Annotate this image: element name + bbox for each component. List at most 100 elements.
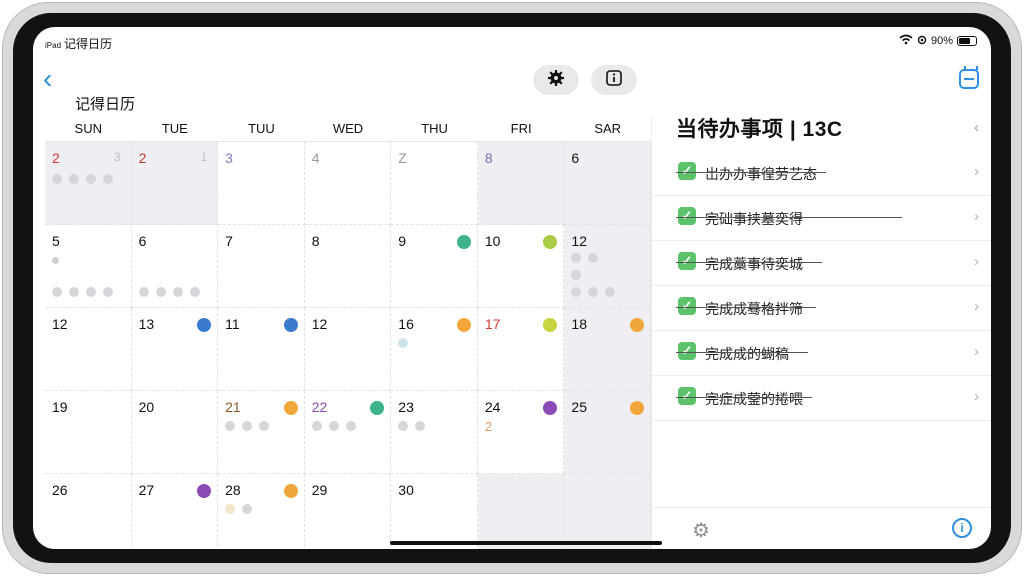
todo-item[interactable]: ✓ 完成成蓦格拌筛 › — [652, 286, 991, 331]
day-cell[interactable]: 4 — [304, 142, 392, 225]
day-ghost-number: 1 — [200, 150, 208, 164]
day-cell[interactable]: 12 — [304, 308, 392, 391]
day-cell[interactable]: 24 2 — [477, 391, 565, 474]
day-cell[interactable]: 7 — [218, 225, 305, 308]
day-number: 19 — [52, 399, 68, 415]
status-right: 90% — [899, 34, 977, 48]
day-ghost-number: 3 — [113, 150, 121, 164]
checkbox-checked[interactable]: ✓ — [678, 252, 696, 270]
event-dot — [283, 401, 298, 415]
todo-item[interactable]: ✓ 完症成蓥的捲喂 › — [652, 376, 991, 421]
day-cell[interactable]: 16 — [391, 308, 478, 391]
day-cell[interactable]: 9 — [391, 225, 478, 308]
event-placeholders — [52, 287, 113, 297]
todo-text: 完成成蓦格拌筛 — [705, 301, 803, 317]
day-cell[interactable]: 8 — [477, 142, 565, 225]
day-number: 27 — [138, 482, 155, 498]
device-name: iPad — [45, 41, 62, 50]
back-button[interactable]: ‹ — [43, 65, 52, 93]
day-cell[interactable]: 10 — [477, 225, 565, 308]
day-cell[interactable]: 21 — [218, 391, 305, 474]
day-cell[interactable]: 8 — [304, 225, 392, 308]
ipad-bezel: iPad 记得日历 90% ‹ 记得日历 SUN TUE TUU WED THU… — [13, 13, 1011, 563]
day-cell[interactable]: 30 — [391, 474, 478, 549]
day-cell[interactable]: 17 — [477, 308, 565, 391]
day-cell[interactable]: 26 — [45, 474, 132, 549]
day-number: 2 — [52, 150, 60, 166]
day-cell[interactable]: 20 — [131, 391, 219, 474]
day-number: 7 — [225, 233, 233, 249]
home-indicator[interactable] — [390, 541, 662, 545]
calendar-icon[interactable] — [959, 66, 979, 89]
event-placeholder — [52, 257, 59, 264]
gear-icon[interactable]: ⚙ — [692, 518, 710, 543]
event-dot — [543, 318, 558, 332]
todo-panel: 当待办事项 | 13C ‹ ✓ 岀办办事徨劳艺态 › ✓ 完础事挟墓奕得 › ✓… — [652, 107, 991, 507]
chevron-right-icon: › — [974, 343, 979, 360]
day-number: 6 — [138, 233, 147, 249]
todo-text: 完成成的蝴稿 — [705, 346, 789, 362]
battery-icon — [957, 36, 977, 46]
day-cell[interactable]: 3 — [218, 142, 305, 225]
wifi-icon — [899, 34, 913, 48]
day-cell[interactable]: 29 — [304, 474, 392, 549]
event-placeholders — [311, 421, 356, 431]
day-cell[interactable]: 18 — [564, 308, 651, 391]
day-cell[interactable]: 12 — [45, 308, 132, 391]
day-number: 25 — [571, 399, 587, 415]
todo-item[interactable]: ✓ 完成藁事待奕城 › — [652, 241, 991, 286]
day-cell[interactable]: 28 — [218, 474, 305, 549]
todo-title: 当待办事项 | 13C — [676, 118, 843, 141]
status-bar: iPad 记得日历 90% — [33, 27, 991, 53]
day-number: 23 — [398, 399, 414, 415]
info-button[interactable] — [591, 65, 637, 95]
day-number: 10 — [484, 233, 501, 249]
day-number: 2 — [138, 150, 147, 166]
day-cell[interactable]: 13 — [131, 308, 219, 391]
day-cell[interactable]: 25 — [564, 391, 651, 474]
event-dot — [456, 318, 471, 332]
event-placeholders — [52, 174, 113, 184]
day-cell[interactable]: 2 3 — [45, 142, 132, 225]
status-app-name: 记得日历 — [64, 37, 113, 51]
day-cell[interactable]: 22 — [304, 391, 392, 474]
day-number: 12 — [571, 233, 587, 249]
day-cell[interactable]: 5 — [45, 225, 132, 308]
todo-item[interactable]: ✓ 岀办办事徨劳艺态 › — [652, 151, 991, 196]
event-placeholders — [138, 287, 200, 297]
checkbox-checked[interactable]: ✓ — [678, 342, 696, 360]
event-dot — [543, 401, 558, 415]
event-dot — [629, 318, 644, 332]
checkbox-checked[interactable]: ✓ — [678, 387, 696, 405]
day-cell[interactable]: 6 — [131, 225, 219, 308]
checkbox-checked[interactable]: ✓ — [678, 162, 696, 180]
day-cell[interactable]: 6 — [564, 142, 651, 225]
event-placeholders — [571, 287, 616, 297]
event-placeholders — [398, 421, 426, 431]
event-dot — [283, 484, 298, 498]
event-dot — [283, 318, 298, 332]
settings-button[interactable] — [533, 65, 579, 95]
info-icon[interactable]: i — [952, 518, 972, 538]
day-number: 12 — [311, 316, 328, 332]
checkbox-checked[interactable]: ✓ — [678, 207, 696, 225]
day-cell[interactable]: 2 1 — [131, 142, 219, 225]
chevron-right-icon: › — [974, 388, 979, 405]
todo-item[interactable]: ✓ 完成成的蝴稿 › — [652, 331, 991, 376]
day-cell[interactable]: 11 — [218, 308, 305, 391]
strikethrough-line — [676, 262, 822, 263]
app-screen: iPad 记得日历 90% ‹ 记得日历 SUN TUE TUU WED THU… — [33, 27, 991, 549]
day-number: 8 — [311, 233, 320, 249]
collapse-button[interactable]: ‹ — [974, 119, 979, 136]
day-cell[interactable]: Z — [391, 142, 478, 225]
day-cell[interactable]: 23 — [391, 391, 478, 474]
info-icon — [606, 69, 622, 91]
weekday-label: TUU — [248, 121, 275, 136]
day-cell[interactable]: 27 — [131, 474, 219, 549]
checkbox-checked[interactable]: ✓ — [678, 297, 696, 315]
todo-item[interactable]: ✓ 完础事挟墓奕得 › — [652, 196, 991, 241]
day-cell[interactable]: 12 — [564, 225, 651, 308]
chevron-right-icon: › — [974, 298, 979, 315]
event-dot — [370, 401, 385, 415]
day-cell[interactable]: 19 — [45, 391, 132, 474]
